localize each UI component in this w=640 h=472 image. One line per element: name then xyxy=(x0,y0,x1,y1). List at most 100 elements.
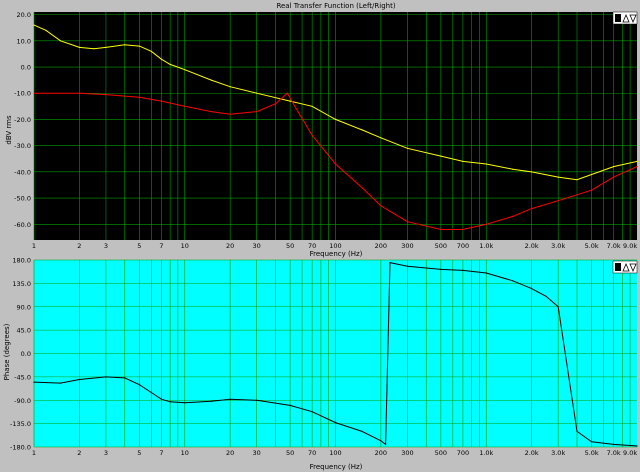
y-tick-label: -180.0 xyxy=(10,444,31,452)
series-point xyxy=(440,155,442,157)
series-point xyxy=(406,147,408,149)
phase-x-axis-label: Frequency (Hz) xyxy=(310,463,363,471)
series-point xyxy=(93,48,95,50)
x-tick-label: 10 xyxy=(181,449,189,457)
x-tick-label: 3.0k xyxy=(551,242,565,250)
y-tick-label: -60.0 xyxy=(14,221,31,229)
y-tick-label: 90.0 xyxy=(17,303,31,311)
x-tick-label: 300 xyxy=(401,449,413,457)
x-tick-label: 3.0k xyxy=(551,449,565,457)
series-point xyxy=(33,92,35,94)
x-tick-label: 700 xyxy=(457,242,469,250)
series-point xyxy=(334,422,337,424)
series-point xyxy=(256,399,258,401)
series-point xyxy=(229,113,231,115)
series-point xyxy=(78,92,80,94)
series-point xyxy=(636,166,638,168)
x-tick-label: 1 xyxy=(32,242,36,250)
series-point xyxy=(169,63,171,65)
series-point xyxy=(229,398,231,400)
series-point xyxy=(59,40,62,42)
x-tick-label: 9.0k xyxy=(623,449,637,457)
y-tick-label: -30.0 xyxy=(14,142,31,150)
series-point xyxy=(138,384,140,386)
series-point xyxy=(124,44,126,46)
chart-title: Real Transfer Function (Left/Right) xyxy=(276,2,395,10)
y-tick-label: -90.0 xyxy=(14,397,31,405)
series-point xyxy=(512,168,514,170)
x-tick-label: 200 xyxy=(375,449,387,457)
x-tick-label: 1.0k xyxy=(479,449,493,457)
series-point xyxy=(613,443,615,445)
series-point xyxy=(289,404,291,406)
phase-cursor-controls[interactable] xyxy=(612,260,638,274)
x-tick-label: 1.0k xyxy=(479,242,493,250)
x-tick-label: 2.0k xyxy=(525,242,539,250)
series-point xyxy=(591,173,593,176)
y-tick-label: -45.0 xyxy=(14,373,31,381)
series-point xyxy=(289,100,291,102)
y-tick-label: 10.0 xyxy=(17,37,31,45)
series-point xyxy=(311,134,313,136)
x-tick-label: 700 xyxy=(457,449,469,457)
series-point xyxy=(160,398,162,400)
series-point xyxy=(184,105,186,107)
series-point xyxy=(485,163,487,165)
series-point xyxy=(33,381,35,383)
series-point xyxy=(512,280,514,282)
series-point xyxy=(286,92,288,94)
magnitude-x-axis-label: Frequency (Hz) xyxy=(310,250,363,258)
x-tick-label: 2.0k xyxy=(525,449,539,457)
series-point xyxy=(380,440,382,442)
x-tick-label: 500 xyxy=(435,449,447,457)
series-point xyxy=(78,46,80,49)
x-tick-label: 10 xyxy=(181,242,189,250)
series-point xyxy=(380,137,382,139)
series-point xyxy=(462,160,464,162)
series-point xyxy=(557,176,559,178)
y-tick-label: 20.0 xyxy=(17,11,31,19)
series-point xyxy=(124,377,126,379)
series-point xyxy=(636,445,638,447)
magnitude-panel: Real Transfer Function (Left/Right) 20.0… xyxy=(5,2,638,258)
series-point xyxy=(576,430,578,432)
series-point xyxy=(613,176,615,178)
transfer-function-window: Real Transfer Function (Left/Right) 20.0… xyxy=(0,0,640,472)
series-point xyxy=(256,92,258,94)
series-point xyxy=(361,430,363,432)
series-point xyxy=(334,118,337,120)
x-tick-label: 300 xyxy=(401,242,413,250)
magnitude-cursor-controls[interactable] xyxy=(612,11,638,25)
series-point xyxy=(210,111,212,113)
x-tick-label: 30 xyxy=(253,449,261,457)
series-point xyxy=(385,443,387,445)
cursor-icon[interactable] xyxy=(615,263,621,271)
series-point xyxy=(406,221,408,223)
series-point xyxy=(210,79,212,81)
x-tick-label: 100 xyxy=(329,242,341,250)
series-point xyxy=(160,58,162,60)
y-tick-label: -40.0 xyxy=(14,168,31,176)
series-point xyxy=(361,129,363,131)
series-point xyxy=(531,288,533,290)
y-tick-label: 135.0 xyxy=(12,280,31,288)
series-point xyxy=(485,223,487,225)
magnitude-y-axis-label: dBV rms xyxy=(5,115,13,145)
x-tick-label: 3 xyxy=(104,449,108,457)
series-point xyxy=(295,108,297,110)
y-tick-label: 0.0 xyxy=(21,350,31,358)
x-tick-label: 7.0k xyxy=(607,242,621,250)
series-point xyxy=(311,411,313,413)
series-point xyxy=(33,24,35,26)
series-point xyxy=(389,262,391,264)
x-tick-label: 70 xyxy=(308,242,316,250)
series-point xyxy=(485,272,487,274)
series-point xyxy=(557,200,559,202)
x-tick-label: 30 xyxy=(253,242,261,250)
cursor-icon[interactable] xyxy=(615,14,621,22)
y-tick-label: -20.0 xyxy=(14,116,31,124)
series-point xyxy=(150,391,152,394)
series-point xyxy=(138,96,140,98)
series-point xyxy=(406,265,408,267)
series-point xyxy=(636,160,638,162)
